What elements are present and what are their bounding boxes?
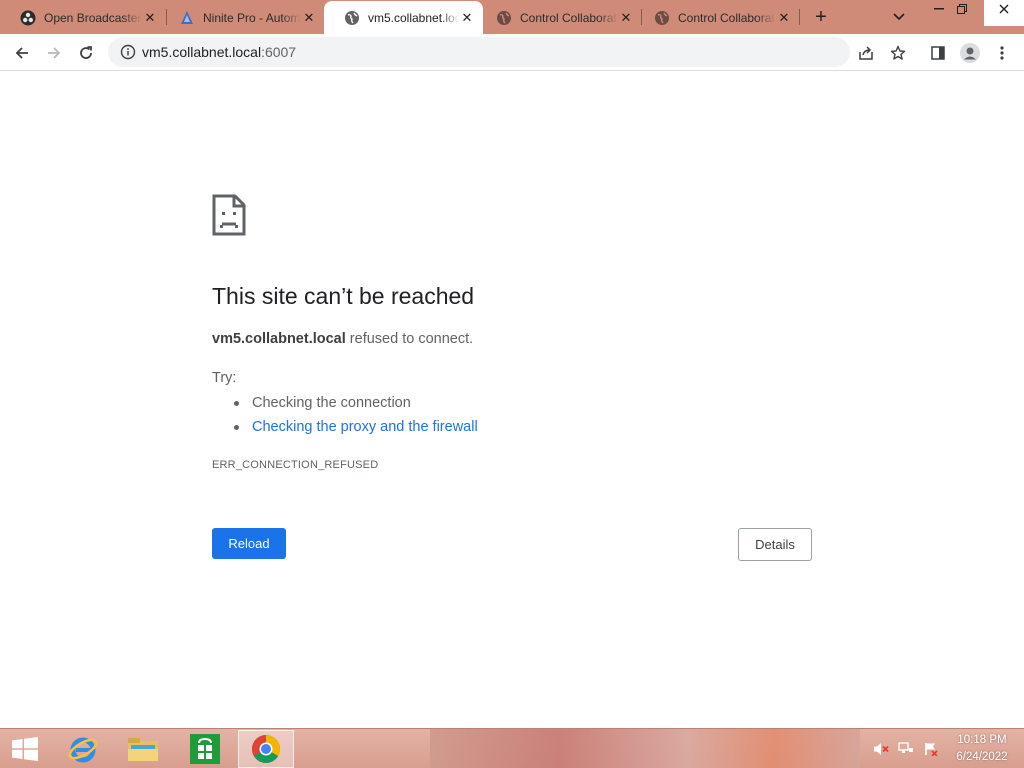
error-page: This site can’t be reached vm5.collabnet… (0, 71, 1024, 728)
network-icon (898, 742, 913, 753)
error-title: This site can’t be reached (212, 283, 475, 309)
file-explorer-icon (128, 738, 158, 761)
reload-button[interactable]: Reload (212, 528, 286, 559)
forward-button[interactable] (40, 39, 68, 67)
suggestion-link-proxy-firewall[interactable]: Checking the proxy and the firewall (234, 417, 478, 441)
error-message: vm5.collabnet.local refused to connect. (212, 331, 473, 347)
arrow-right-icon (48, 47, 61, 59)
chevron-down-icon (893, 13, 905, 21)
side-panel-icon (931, 46, 945, 60)
chrome-icon (252, 735, 280, 763)
speaker-muted-icon (874, 743, 889, 755)
suggestions-list: Checking the connection Checking the pro… (234, 393, 478, 441)
url-text: vm5.collabnet.local:6007 (142, 44, 296, 60)
try-label: Try: (212, 370, 237, 386)
tab-title: Control Collaborat (520, 10, 617, 25)
tab-title: Control Collaborat (678, 10, 775, 25)
url-port: :6007 (261, 44, 297, 60)
volume-muted-button[interactable] (870, 729, 892, 768)
globe-icon (496, 10, 512, 26)
store-icon (190, 734, 220, 764)
minimize-icon (934, 8, 944, 10)
windows-logo-icon (12, 737, 38, 761)
tab-strip: Open Broadcaster ✕ Ninite Pro - Autom ✕ … (0, 0, 1024, 34)
start-button[interactable] (0, 730, 50, 768)
tab-control-collaborator-2[interactable]: Control Collaborat ✕ (634, 1, 800, 34)
arrow-left-icon (15, 47, 28, 59)
minimize-button[interactable] (925, 0, 953, 26)
menu-button[interactable] (988, 39, 1016, 67)
tab-title: Open Broadcaster (44, 10, 142, 25)
side-panel-button[interactable] (924, 39, 952, 67)
globe-icon (344, 10, 360, 26)
suggestion-item: Checking the connection (234, 393, 478, 417)
ninite-icon (179, 10, 195, 26)
url-host: vm5.collabnet.local (142, 44, 262, 60)
taskbar-file-explorer[interactable] (118, 730, 168, 768)
globe-icon (654, 10, 670, 26)
desktop-wallpaper-strip (430, 729, 860, 768)
star-icon (890, 45, 906, 60)
obs-icon (20, 10, 36, 26)
refresh-icon (80, 46, 92, 59)
network-button[interactable] (895, 729, 917, 768)
clock-time: 10:18 PM (957, 734, 1007, 746)
close-icon (999, 4, 1009, 14)
avatar-icon (960, 43, 980, 63)
taskbar-store[interactable] (180, 730, 230, 768)
close-icon[interactable]: ✕ (618, 10, 634, 26)
details-button[interactable]: Details (738, 528, 812, 561)
info-icon[interactable] (120, 44, 136, 60)
action-center-button[interactable] (920, 729, 942, 768)
clock-date: 6/24/2022 (956, 751, 1008, 763)
tab-open-broadcaster[interactable]: Open Broadcaster ✕ (0, 1, 166, 34)
tab-separator (799, 9, 800, 25)
system-clock[interactable]: 10:18 PM 6/24/2022 (944, 732, 1020, 766)
address-bar[interactable]: vm5.collabnet.local:6007 (108, 37, 850, 67)
taskbar: 10:18 PM 6/24/2022 (0, 728, 1024, 768)
share-button[interactable] (852, 39, 880, 67)
restore-icon (957, 4, 967, 14)
taskbar-internet-explorer[interactable] (58, 730, 108, 768)
share-icon (859, 46, 873, 60)
error-code: ERR_CONNECTION_REFUSED (212, 459, 379, 471)
flag-warning-icon (925, 743, 938, 756)
restore-button[interactable] (952, 0, 972, 26)
close-window-button[interactable] (984, 0, 1024, 26)
close-icon[interactable]: ✕ (776, 10, 792, 26)
tab-control-collaborator-1[interactable]: Control Collaborat ✕ (476, 1, 642, 34)
error-message-suffix: refused to connect. (345, 331, 474, 347)
new-tab-button[interactable]: + (808, 4, 834, 30)
back-button[interactable] (8, 39, 36, 67)
tab-ninite[interactable]: Ninite Pro - Autom ✕ (159, 1, 325, 34)
kebab-menu-icon (1000, 46, 1004, 60)
reload-toolbar-button[interactable] (72, 39, 100, 67)
tab-title: Ninite Pro - Autom (203, 10, 301, 25)
screen: Open Broadcaster ✕ Ninite Pro - Autom ✕ … (0, 0, 1024, 768)
tab-search-button[interactable] (886, 0, 912, 34)
bookmark-button[interactable] (884, 39, 912, 67)
close-icon[interactable]: ✕ (142, 10, 158, 26)
sad-document-icon (212, 194, 246, 236)
profile-button[interactable] (956, 39, 984, 67)
error-host: vm5.collabnet.local (212, 331, 346, 347)
taskbar-chrome[interactable] (238, 730, 294, 768)
tab-title: vm5.collabnet.local (368, 10, 459, 25)
internet-explorer-icon (68, 737, 98, 763)
close-icon[interactable]: ✕ (459, 10, 475, 26)
browser-toolbar: vm5.collabnet.local:6007 (0, 34, 1024, 71)
tab-vm5-active[interactable]: vm5.collabnet.local ✕ (324, 1, 483, 34)
close-icon[interactable]: ✕ (301, 10, 317, 26)
